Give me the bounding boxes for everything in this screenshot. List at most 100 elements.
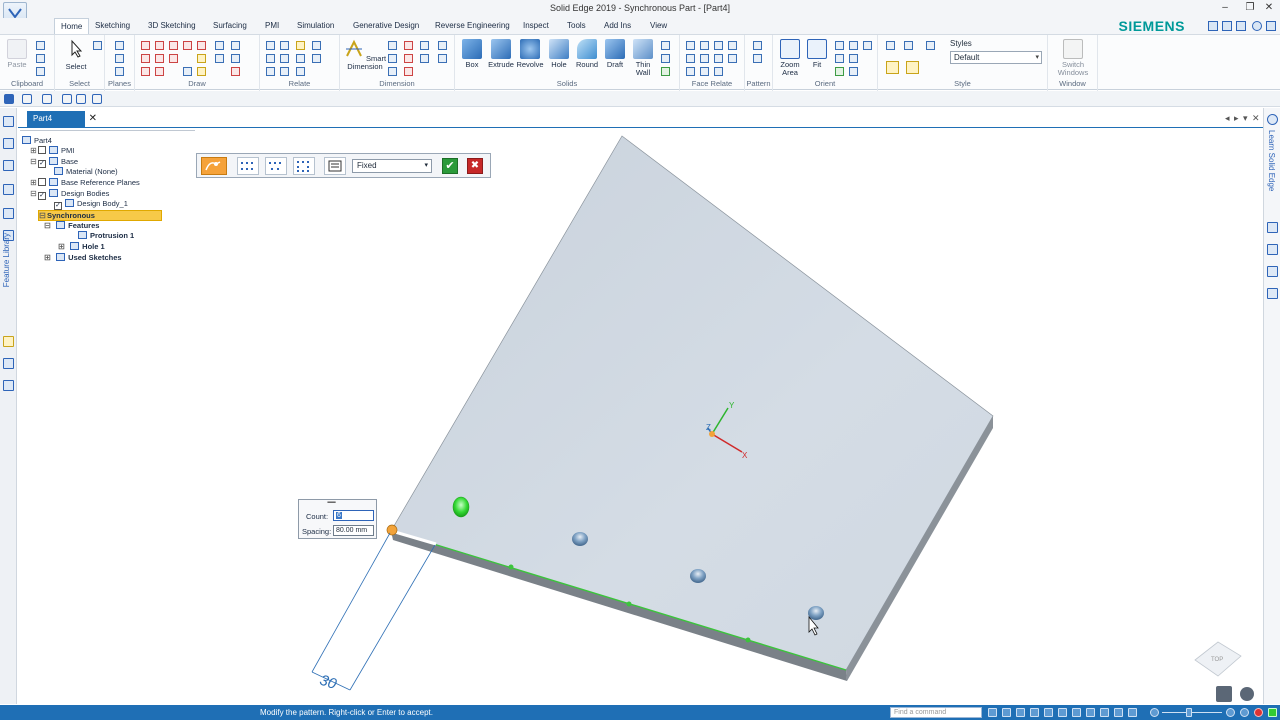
previous-view-icon[interactable]	[835, 67, 844, 76]
parallel-icon[interactable]	[280, 54, 289, 63]
news-icon[interactable]	[1267, 244, 1278, 255]
plane-angle-icon[interactable]	[115, 54, 124, 63]
variables-tab-icon[interactable]	[3, 380, 14, 391]
rectangle-icon[interactable]	[197, 41, 206, 50]
next-document-icon[interactable]: ▸	[1234, 113, 1239, 124]
plate-top-face[interactable]	[390, 135, 994, 671]
dimension-value[interactable]: 30	[317, 672, 339, 694]
hole-pattern-instance[interactable]	[452, 496, 470, 518]
circle-center-icon[interactable]	[141, 67, 150, 76]
tab-simulation[interactable]: Simulation	[297, 18, 334, 34]
family-tab-icon[interactable]	[3, 184, 14, 195]
polygon-icon[interactable]	[155, 54, 164, 63]
curve-icon[interactable]	[155, 41, 164, 50]
pattern-icon[interactable]	[753, 41, 762, 50]
ellipse-icon[interactable]	[155, 67, 164, 76]
point-icon[interactable]	[183, 67, 192, 76]
tree-node-protrusion-1[interactable]: Protrusion 1	[78, 231, 134, 242]
concentric-face-icon[interactable]	[714, 41, 723, 50]
status-display-icon[interactable]	[1058, 708, 1067, 717]
collinear-icon[interactable]	[312, 54, 321, 63]
window-cascade-icon[interactable]	[1222, 21, 1232, 31]
help-icon[interactable]	[1252, 21, 1262, 31]
tree-node-material[interactable]: Material (None)	[54, 167, 118, 178]
arc-icon[interactable]	[169, 41, 178, 50]
layers-tab-icon[interactable]	[3, 138, 14, 149]
copy-icon[interactable]	[36, 54, 45, 63]
checkbox-icon[interactable]	[38, 178, 46, 186]
plane-icon[interactable]	[115, 41, 124, 50]
tab-home[interactable]: Home	[54, 18, 90, 34]
thin-wall-button[interactable]: Thin Wall	[628, 39, 658, 77]
plane-offset-icon[interactable]	[115, 67, 124, 76]
accept-button[interactable]: ✔	[442, 158, 458, 174]
fit-button[interactable]: Fit	[803, 39, 831, 69]
tree-node-design-body-1[interactable]: ✓ Design Body_1	[54, 199, 128, 210]
view-style-icon[interactable]	[886, 41, 895, 50]
horizontal-vertical-icon[interactable]	[280, 41, 289, 50]
status-pan-icon[interactable]	[1016, 708, 1025, 717]
tab-3d-sketching[interactable]: 3D Sketching	[148, 18, 196, 34]
move-icon[interactable]	[197, 54, 206, 63]
status-fit-icon[interactable]	[1030, 708, 1039, 717]
rotate-icon[interactable]	[197, 67, 206, 76]
status-perspective-icon[interactable]	[1128, 708, 1137, 717]
checkbox-checked-icon[interactable]: ✓	[54, 202, 62, 210]
pan-icon[interactable]	[849, 41, 858, 50]
solids-more-icon[interactable]	[661, 41, 670, 50]
fill-style-button[interactable]	[265, 157, 287, 175]
parallel-face-icon[interactable]	[686, 54, 695, 63]
visible-edges-icon[interactable]	[926, 41, 935, 50]
link-tab-icon[interactable]	[3, 336, 14, 347]
status-section-icon[interactable]	[1114, 708, 1123, 717]
tree-node-pmi[interactable]: ⊞ PMI	[30, 146, 74, 157]
named-views-icon[interactable]	[849, 67, 858, 76]
edge-keypoint[interactable]	[626, 601, 632, 607]
pattern-type-dropdown[interactable]: Fixed ▾	[352, 159, 432, 173]
document-list-icon[interactable]: ▾	[1243, 113, 1248, 124]
window-arrange-icon[interactable]	[1236, 21, 1246, 31]
zoom-slider-track[interactable]	[1162, 712, 1222, 713]
find-command-input[interactable]: Find a command	[890, 707, 982, 718]
count-input[interactable]: 6	[333, 510, 374, 521]
record-icon[interactable]	[1254, 708, 1263, 717]
cancel-button[interactable]: ✖	[467, 158, 483, 174]
status-indicator-icon[interactable]	[1268, 708, 1277, 717]
annotation-icon[interactable]	[438, 41, 447, 50]
checkbox-checked-icon[interactable]: ✓	[38, 160, 46, 168]
perpendicular-face-icon[interactable]	[700, 54, 709, 63]
close-document-icon[interactable]: ✕	[89, 113, 97, 124]
tab-pmi[interactable]: PMI	[265, 18, 279, 34]
format-painter-icon[interactable]	[36, 67, 45, 76]
undo-icon[interactable]	[22, 94, 32, 104]
spacing-input[interactable]: 80.00 mm	[333, 525, 374, 536]
status-zoom-icon[interactable]	[1002, 708, 1011, 717]
trim-icon[interactable]	[215, 41, 224, 50]
tree-node-synchronous[interactable]: ⊟Synchronous	[38, 210, 162, 221]
switch-windows-button[interactable]: Switch Windows	[1056, 39, 1090, 77]
relationship-handles-icon[interactable]	[312, 41, 321, 50]
style-dropdown[interactable]: Default ▾	[950, 51, 1042, 64]
drag-handle-icon[interactable]: ▪▪▪▪▪▪▪	[327, 500, 336, 506]
previous-document-icon[interactable]: ◂	[1225, 113, 1230, 124]
revolve-button[interactable]: Revolve	[515, 39, 545, 69]
redo-icon[interactable]	[42, 94, 52, 104]
customize-icon[interactable]	[92, 94, 102, 104]
box-button[interactable]: Box	[457, 39, 487, 69]
extend-icon[interactable]	[231, 41, 240, 50]
angular-coordinate-icon[interactable]	[404, 54, 413, 63]
select-button[interactable]: Select	[61, 39, 91, 71]
aligned-face-icon[interactable]	[686, 67, 695, 76]
cut-icon[interactable]	[36, 41, 45, 50]
coordinate-dimension-icon[interactable]	[420, 41, 429, 50]
lock-icon[interactable]	[296, 41, 305, 50]
tree-node-used-sketches[interactable]: ⊞ Used Sketches	[44, 253, 122, 264]
symmetric-icon[interactable]	[296, 67, 305, 76]
mirror-icon[interactable]	[215, 54, 224, 63]
close-all-icon[interactable]: ✕	[1252, 113, 1260, 124]
tab-tools[interactable]: Tools	[567, 18, 586, 34]
line-icon[interactable]	[141, 41, 150, 50]
perpendicular-icon[interactable]	[296, 54, 305, 63]
orbit-icon[interactable]	[1240, 687, 1254, 701]
tab-inspect[interactable]: Inspect	[523, 18, 549, 34]
